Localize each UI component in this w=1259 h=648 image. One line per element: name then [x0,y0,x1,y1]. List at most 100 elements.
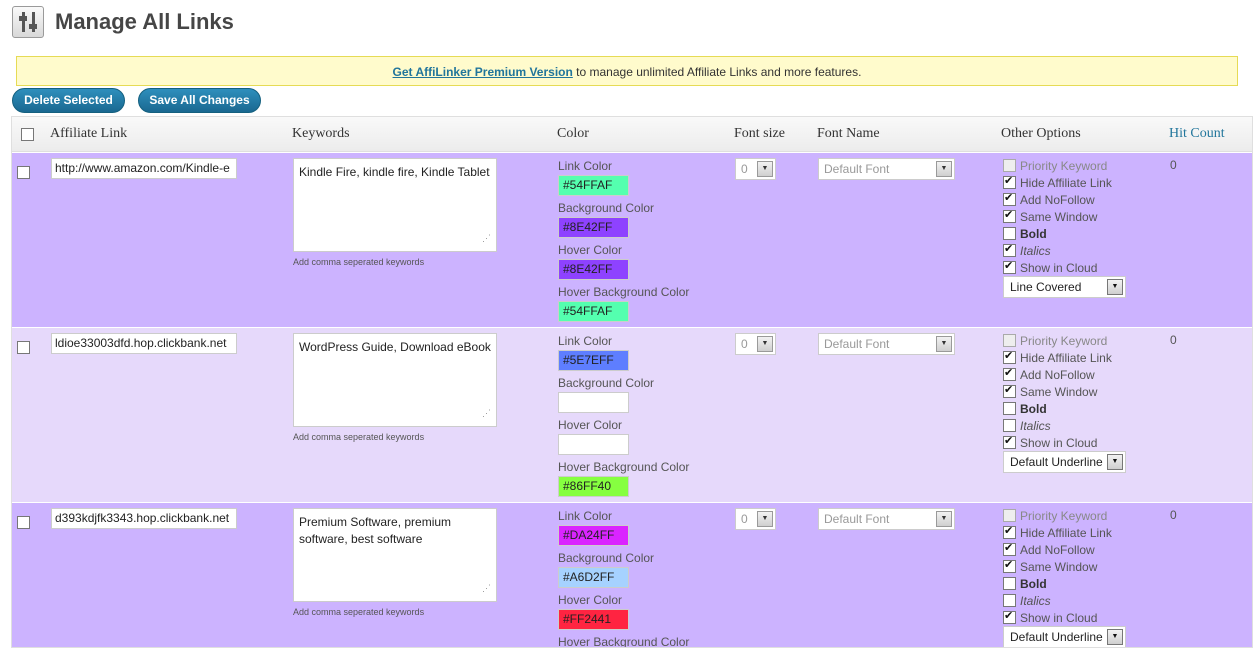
keywords-textarea[interactable]: WordPress Guide, Download eBook ⋰ [293,333,497,427]
select-all-checkbox[interactable] [21,128,34,141]
priority-keyword-checkbox[interactable] [1003,509,1016,522]
option-priority-keyword[interactable]: Priority Keyword [1003,332,1107,349]
premium-notice: Get AffiLinker Premium Version to manage… [16,56,1238,86]
italics-checkbox[interactable] [1003,594,1016,607]
col-hit-count[interactable]: Hit Count [1169,126,1225,142]
row-select-checkbox[interactable] [17,341,30,354]
hide-affiliate-link-checkbox[interactable] [1003,349,1016,364]
hit-count: 0 [1170,333,1177,347]
option-bold[interactable]: Bold [1003,400,1047,417]
show-in-cloud-checkbox[interactable] [1003,259,1016,274]
option-priority-keyword[interactable]: Priority Keyword [1003,507,1107,524]
add-nofollow-checkbox[interactable] [1003,541,1016,556]
hover-color-label: Hover Color [558,243,623,257]
option-bold[interactable]: Bold [1003,575,1047,592]
same-window-checkbox[interactable] [1003,383,1016,398]
font-name-value: Default Font [824,162,890,176]
keywords-text: Kindle Fire, kindle fire, Kindle Tablet [299,165,490,179]
hover-background-color-input[interactable]: #54FFAF [558,301,629,322]
same-window-checkbox[interactable] [1003,208,1016,223]
option-show-in-cloud[interactable]: Show in Cloud [1003,434,1097,451]
hover-background-color-label: Hover Background Color [558,460,690,474]
option-same-window[interactable]: Same Window [1003,208,1097,225]
underline-select[interactable]: Default Underline ▼ [1003,626,1126,647]
italics-checkbox[interactable] [1003,419,1016,432]
resize-grip-icon[interactable]: ⋰ [482,405,491,422]
underline-select[interactable]: Default Underline ▼ [1003,451,1126,473]
font-name-select[interactable]: Default Font ▼ [818,508,955,530]
font-name-value: Default Font [824,337,890,351]
option-same-window[interactable]: Same Window [1003,558,1097,575]
page-title: Manage All Links [55,9,234,34]
option-same-window[interactable]: Same Window [1003,383,1097,400]
hide-affiliate-link-label: Hide Affiliate Link [1020,525,1112,540]
chevron-down-icon: ▼ [1107,629,1123,645]
link-color-input[interactable]: #DA24FF [558,525,629,546]
font-name-select[interactable]: Default Font ▼ [818,333,955,355]
link-color-input[interactable]: #5E7EFF [558,350,629,371]
font-size-select[interactable]: 0 ▼ [735,333,776,355]
resize-grip-icon[interactable]: ⋰ [482,580,491,597]
chevron-down-icon: ▼ [1107,454,1123,470]
add-nofollow-checkbox[interactable] [1003,191,1016,206]
background-color-label: Background Color [558,201,655,215]
background-color-input[interactable]: #A6D2FF [558,567,629,588]
font-name-value: Default Font [824,512,890,526]
same-window-checkbox[interactable] [1003,558,1016,573]
background-color-input[interactable]: #8E42FF [558,217,629,238]
keywords-textarea[interactable]: Kindle Fire, kindle fire, Kindle Tablet ⋰ [293,158,497,252]
bold-checkbox[interactable] [1003,402,1016,415]
font-size-select[interactable]: 0 ▼ [735,508,776,530]
option-add-nofollow[interactable]: Add NoFollow [1003,366,1095,383]
keywords-text: Premium Software, premium software, best… [299,515,452,546]
background-color-input[interactable] [558,392,629,413]
delete-selected-button[interactable]: Delete Selected [12,88,125,113]
save-all-changes-button[interactable]: Save All Changes [138,88,261,113]
option-bold[interactable]: Bold [1003,225,1047,242]
bold-label: Bold [1020,226,1047,241]
option-italics[interactable]: Italics [1003,592,1051,609]
option-hide-affiliate-link[interactable]: Hide Affiliate Link [1003,349,1112,366]
keywords-textarea[interactable]: Premium Software, premium software, best… [293,508,497,602]
hide-affiliate-link-checkbox[interactable] [1003,174,1016,189]
font-name-select[interactable]: Default Font ▼ [818,158,955,180]
premium-link[interactable]: Get AffiLinker Premium Version [393,65,573,79]
hover-color-input[interactable]: #8E42FF [558,259,629,280]
option-italics[interactable]: Italics [1003,242,1051,259]
add-nofollow-checkbox[interactable] [1003,366,1016,381]
priority-keyword-checkbox[interactable] [1003,334,1016,347]
option-show-in-cloud[interactable]: Show in Cloud [1003,609,1097,626]
affiliate-link-input[interactable]: ldioe33003dfd.hop.clickbank.net [51,333,237,354]
option-hide-affiliate-link[interactable]: Hide Affiliate Link [1003,174,1112,191]
bold-checkbox[interactable] [1003,227,1016,240]
affiliate-link-input[interactable]: d393kdjfk3343.hop.clickbank.net [51,508,237,529]
underline-value: Default Underline [1010,455,1103,469]
option-show-in-cloud[interactable]: Show in Cloud [1003,259,1097,276]
option-add-nofollow[interactable]: Add NoFollow [1003,541,1095,558]
font-size-value: 0 [741,162,748,176]
show-in-cloud-checkbox[interactable] [1003,609,1016,624]
font-size-select[interactable]: 0 ▼ [735,158,776,180]
hover-color-input[interactable] [558,434,629,455]
hover-color-input[interactable]: #FF2441 [558,609,629,630]
show-in-cloud-checkbox[interactable] [1003,434,1016,449]
resize-grip-icon[interactable]: ⋰ [482,230,491,247]
hover-background-color-input[interactable]: #86FF40 [558,476,629,497]
hide-affiliate-link-checkbox[interactable] [1003,524,1016,539]
option-priority-keyword[interactable]: Priority Keyword [1003,157,1107,174]
hover-background-color-label: Hover Background Color [558,635,690,648]
italics-checkbox[interactable] [1003,242,1016,257]
row-select-checkbox[interactable] [17,166,30,179]
underline-select[interactable]: Line Covered ▼ [1003,276,1126,298]
option-add-nofollow[interactable]: Add NoFollow [1003,191,1095,208]
option-hide-affiliate-link[interactable]: Hide Affiliate Link [1003,524,1112,541]
row-select-checkbox[interactable] [17,516,30,529]
links-table: Affiliate Link Keywords Color Font size … [11,116,1253,648]
link-color-input[interactable]: #54FFAF [558,175,629,196]
priority-keyword-label: Priority Keyword [1020,158,1108,173]
option-italics[interactable]: Italics [1003,417,1051,434]
affiliate-link-input[interactable]: http://www.amazon.com/Kindle-e [51,158,237,179]
priority-keyword-checkbox[interactable] [1003,159,1016,172]
italics-label: Italics [1020,418,1051,433]
bold-checkbox[interactable] [1003,577,1016,590]
